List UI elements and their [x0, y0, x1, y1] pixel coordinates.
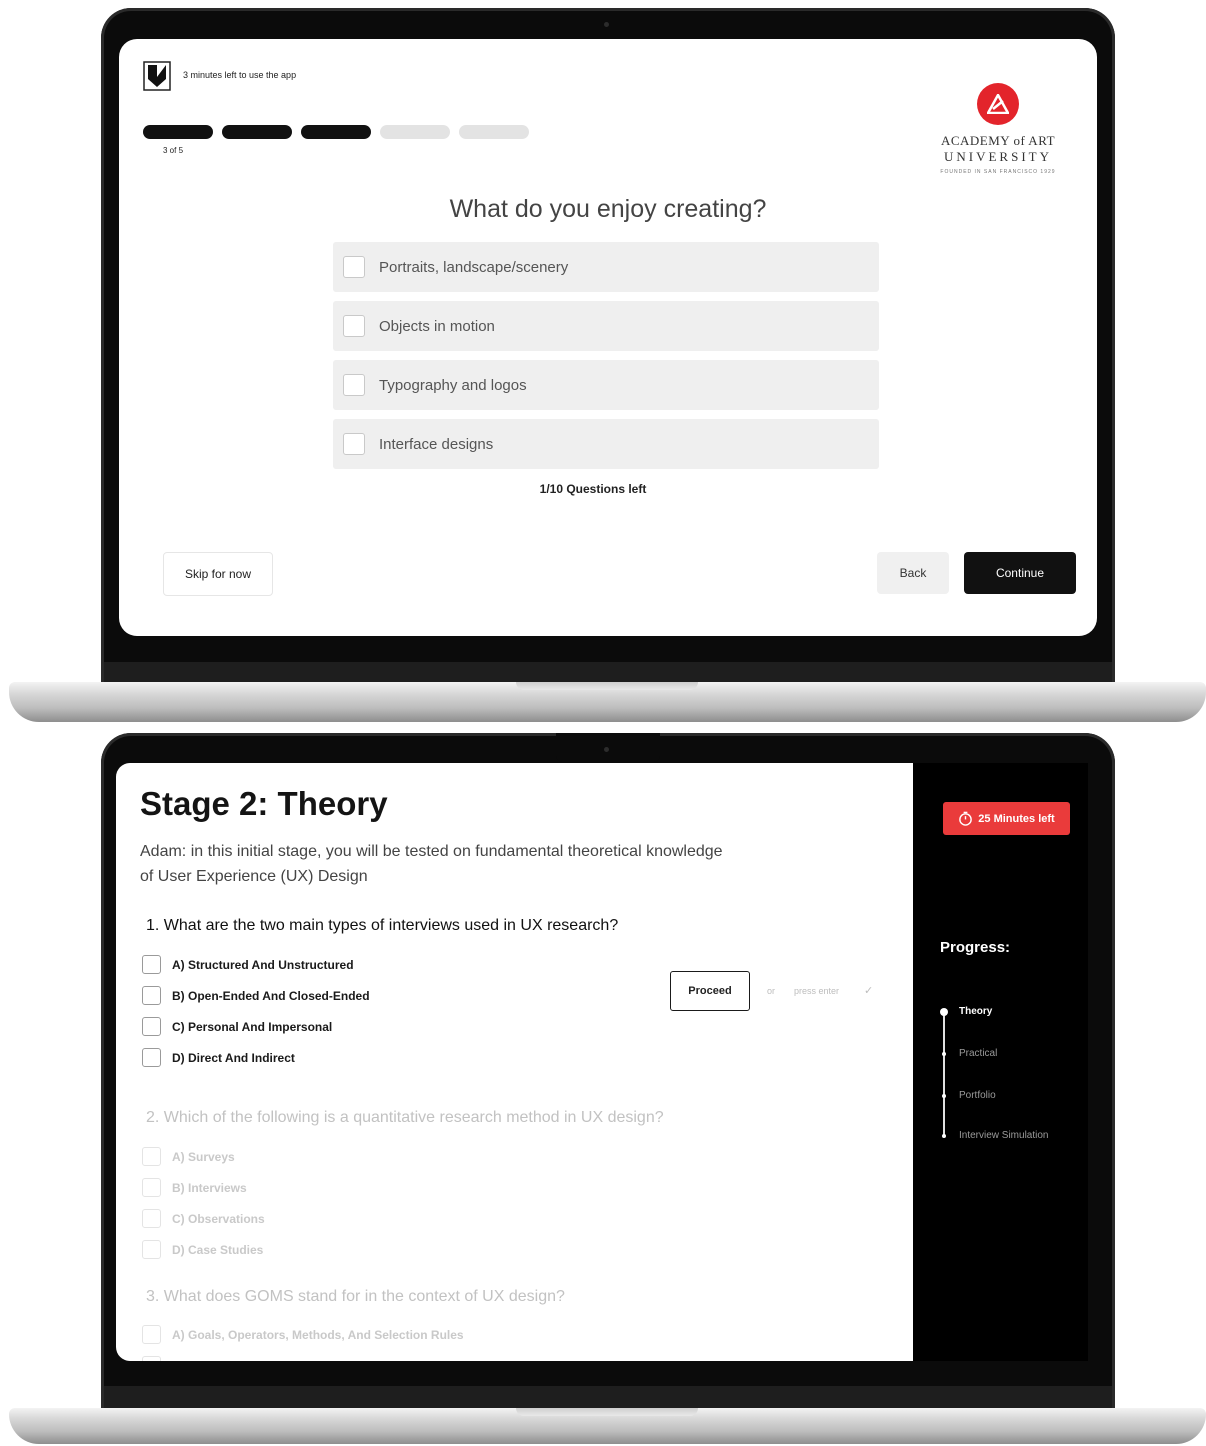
answer-checkbox[interactable]	[142, 1325, 161, 1344]
or-text: or	[767, 986, 776, 996]
page-title: Stage 2: Theory	[140, 785, 388, 822]
option-row[interactable]: Objects in motion	[333, 301, 879, 351]
answer-option[interactable]: A) Goals, Operators, Methods, And Select…	[142, 1325, 464, 1344]
answer-option[interactable]	[142, 1356, 172, 1361]
option-row[interactable]: Portraits, landscape/scenery	[333, 242, 879, 292]
step-practical[interactable]: Practical	[959, 1048, 997, 1059]
onboarding-screen: 3 minutes left to use the app 3 of 5 ACA…	[119, 39, 1097, 636]
answer-checkbox[interactable]	[142, 1048, 161, 1067]
option-checkbox[interactable]	[343, 315, 365, 337]
progress-timeline	[943, 1011, 945, 1135]
answer-checkbox[interactable]	[142, 1178, 161, 1197]
progress-step-5	[459, 125, 529, 139]
answer-label: D) Direct And Indirect	[172, 1050, 295, 1065]
option-row[interactable]: Interface designs	[333, 419, 879, 469]
app-logo-icon	[143, 61, 171, 91]
camera	[604, 22, 609, 27]
answer-checkbox[interactable]	[142, 955, 161, 974]
question-text: 3. What does GOMS stand for in the conte…	[146, 1288, 565, 1305]
step-dot	[942, 1094, 946, 1098]
option-label: Typography and logos	[379, 376, 527, 394]
answer-option[interactable]: C) Observations	[142, 1209, 265, 1228]
option-row[interactable]: Typography and logos	[333, 360, 879, 410]
step-theory[interactable]: Theory	[959, 1006, 992, 1017]
option-checkbox[interactable]	[343, 433, 365, 455]
assessment-screen: Stage 2: Theory Adam: in this initial st…	[116, 763, 913, 1361]
answer-option[interactable]: B) Interviews	[142, 1178, 247, 1197]
answer-option[interactable]: B) Open-Ended And Closed-Ended	[142, 986, 370, 1005]
press-enter-hint: press enter	[794, 986, 840, 996]
questions-left-counter: 1/10 Questions left	[539, 482, 647, 496]
answer-label: C) Observations	[172, 1211, 265, 1226]
step-dot	[942, 1134, 946, 1138]
option-checkbox[interactable]	[343, 374, 365, 396]
question-text: 1. What are the two main types of interv…	[146, 917, 619, 934]
answer-label: B) Open-Ended And Closed-Ended	[172, 988, 370, 1003]
time-left-badge: 25 Minutes left	[943, 802, 1070, 835]
step-portfolio[interactable]: Portfolio	[959, 1090, 996, 1101]
question-text: 2. Which of the following is a quantitat…	[146, 1109, 664, 1126]
laptop-top-notch	[516, 682, 698, 690]
answer-label: B) Interviews	[172, 1180, 247, 1195]
question-title: What do you enjoy creating?	[449, 195, 767, 223]
answer-label: C) Personal And Impersonal	[172, 1019, 333, 1034]
answer-checkbox[interactable]	[142, 1356, 161, 1361]
stage-description: Adam: in this initial stage, you will be…	[140, 843, 723, 885]
university-logo: ACADEMY of ART UNIVERSITY FOUNDED IN SAN…	[939, 83, 1057, 175]
answer-label: D) Case Studies	[172, 1242, 264, 1257]
checkmark-icon: ✓	[864, 985, 874, 997]
progress-step-3	[301, 125, 371, 139]
camera	[604, 747, 609, 752]
step-dot	[942, 1052, 946, 1056]
university-name-line2: UNIVERSITY	[944, 149, 1052, 164]
answer-label: A) Surveys	[172, 1149, 235, 1164]
answer-checkbox[interactable]	[142, 1240, 161, 1259]
university-tagline: FOUNDED IN SAN FRANCISCO 1929	[940, 169, 1056, 175]
progress-label: 3 of 5	[163, 146, 184, 155]
answer-option[interactable]: D) Direct And Indirect	[142, 1048, 295, 1067]
answer-label: A) Goals, Operators, Methods, And Select…	[172, 1327, 464, 1342]
answer-option[interactable]: C) Personal And Impersonal	[142, 1017, 332, 1036]
laptop-bottom-chin	[104, 1386, 1112, 1408]
answer-checkbox[interactable]	[142, 986, 161, 1005]
progress-sidebar: 25 Minutes left Progress: Theory Practic…	[913, 763, 1088, 1361]
time-remaining-text: 3 minutes left to use the app	[183, 70, 297, 80]
answer-checkbox[interactable]	[142, 1017, 161, 1036]
answer-option[interactable]: A) Structured And Unstructured	[142, 955, 354, 974]
answer-option[interactable]: A) Surveys	[142, 1147, 235, 1166]
back-button[interactable]: Back	[877, 552, 949, 594]
answer-checkbox[interactable]	[142, 1147, 161, 1166]
progress-step-2	[222, 125, 292, 139]
option-label: Objects in motion	[379, 317, 495, 335]
laptop-top-chin	[104, 662, 1112, 682]
progress-step-1	[143, 125, 213, 139]
university-name-line1: ACADEMY of ART	[940, 133, 1056, 148]
stopwatch-icon	[959, 811, 973, 826]
option-label: Interface designs	[379, 435, 494, 453]
skip-button[interactable]: Skip for now	[163, 552, 273, 596]
continue-button[interactable]: Continue	[964, 552, 1076, 594]
step-interview-simulation[interactable]: Interview Simulation	[959, 1130, 1048, 1141]
answer-checkbox[interactable]	[142, 1209, 161, 1228]
university-emblem-icon	[977, 83, 1019, 125]
time-left-text: 25 Minutes left	[978, 812, 1055, 825]
step-dot-current	[940, 1008, 948, 1016]
answer-label: A) Structured And Unstructured	[172, 957, 354, 972]
proceed-button[interactable]: Proceed	[670, 971, 750, 1011]
progress-heading: Progress:	[940, 939, 1011, 956]
laptop-bottom-notch	[516, 1408, 698, 1416]
option-checkbox[interactable]	[343, 256, 365, 278]
answer-option[interactable]: D) Case Studies	[142, 1240, 263, 1259]
option-label: Portraits, landscape/scenery	[379, 258, 569, 276]
progress-step-4	[380, 125, 450, 139]
